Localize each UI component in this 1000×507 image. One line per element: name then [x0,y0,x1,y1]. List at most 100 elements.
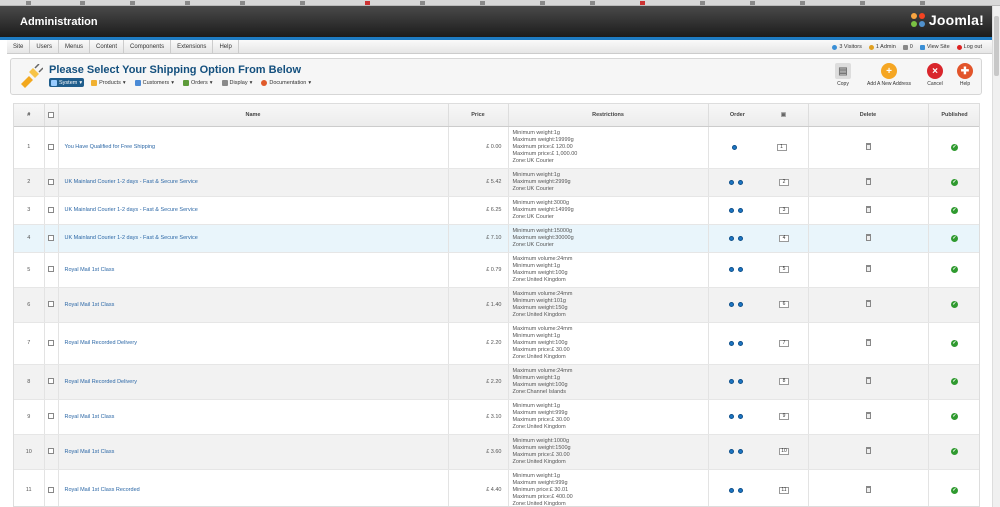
row-checkbox-cell[interactable] [44,322,59,365]
col-select-all[interactable] [44,104,59,127]
move-up-icon[interactable] [729,340,734,346]
shipping-name-link[interactable]: You Have Qualified for Free Shipping [58,126,449,169]
move-down-icon[interactable] [738,449,743,454]
move-up-icon[interactable] [729,449,734,454]
delete-cell[interactable] [808,168,929,197]
trash-icon[interactable] [865,233,871,241]
admins-status[interactable]: 1 Admin [868,44,896,50]
menu-users[interactable]: Users [30,39,60,54]
published-cell[interactable]: ✓ [928,434,979,470]
table-row[interactable]: 7 Royal Mail Recorded Delivery £ 2.20 Maxim… [14,322,979,365]
row-checkbox-cell[interactable] [44,196,59,225]
table-row[interactable]: 3 UK Mainland Courier 1-2 days - Fast & S… [14,196,979,225]
published-check-icon[interactable]: ✓ [951,143,958,151]
trash-icon[interactable] [865,142,871,150]
trash-icon[interactable] [865,265,871,272]
messages-status[interactable]: 0 [902,44,913,50]
delete-cell[interactable] [808,469,929,506]
shipping-name-link[interactable]: Royal Mail Recorded Delivery [58,322,449,365]
move-down-icon[interactable] [738,379,743,384]
submenu-system[interactable]: System ▾ [49,78,85,87]
move-up-icon[interactable] [729,235,734,241]
submenu-documentation[interactable]: Documentation ▾ [259,78,313,87]
delete-cell[interactable] [808,399,929,435]
table-row[interactable]: 6 Royal Mail 1st Class £ 1.40 Maximum volum… [14,287,979,323]
view-site-link[interactable]: View Site [919,44,950,50]
move-down-icon[interactable] [738,179,743,185]
menu-help[interactable]: Help [213,39,239,54]
logout-link[interactable]: Log out [956,44,982,50]
menu-extensions[interactable]: Extensions [171,39,214,54]
row-checkbox-cell[interactable] [44,252,59,288]
published-cell[interactable]: ✓ [928,252,979,288]
row-checkbox-cell[interactable] [44,364,59,400]
trash-icon[interactable] [865,300,871,307]
order-input[interactable]: 8 [779,378,789,385]
row-checkbox-cell[interactable] [44,287,59,323]
published-cell[interactable]: ✓ [928,322,979,365]
page-scrollbar[interactable] [992,6,1000,507]
trash-icon[interactable] [865,377,871,384]
cancel-button[interactable]: × Cancel [923,63,947,87]
row-checkbox-cell[interactable] [44,399,59,435]
submenu-products[interactable]: Products ▾ [89,78,127,87]
move-down-icon[interactable] [738,487,743,493]
menu-menus[interactable]: Menus [59,39,91,54]
move-up-icon[interactable] [729,207,734,213]
table-row[interactable]: 10 Royal Mail 1st Class £ 3.60 Minimum weig… [14,434,979,470]
trash-icon[interactable] [865,447,871,454]
published-cell[interactable]: ✓ [928,469,979,506]
row-checkbox[interactable] [48,234,54,241]
published-cell[interactable]: ✓ [928,287,979,323]
shipping-name-link[interactable]: Royal Mail 1st Class Recorded [58,469,449,506]
published-check-icon[interactable]: ✓ [951,378,958,385]
shipping-name-link[interactable]: Royal Mail Recorded Delivery [58,364,449,400]
row-checkbox[interactable] [48,178,54,185]
order-input[interactable]: 7 [779,339,789,347]
col-order[interactable]: Order ▣ [708,104,809,127]
shipping-name-link[interactable]: UK Mainland Courier 1-2 days - Fast & Se… [58,224,449,253]
delete-cell[interactable] [808,287,929,323]
copy-button[interactable]: ▤ Copy [831,63,855,87]
visitors-status[interactable]: 3 Visitors [832,44,862,50]
published-check-icon[interactable]: ✓ [951,301,958,308]
move-down-icon[interactable] [738,340,743,346]
delete-cell[interactable] [808,252,929,288]
col-published[interactable]: Published [928,104,979,127]
row-checkbox[interactable] [48,413,54,420]
trash-icon[interactable] [865,338,871,346]
order-input[interactable]: 10 [779,448,789,455]
add-address-button[interactable]: + Add A New Address [861,63,917,87]
col-price[interactable]: Price [448,104,509,127]
published-check-icon[interactable]: ✓ [951,448,958,455]
order-input[interactable]: 11 [779,486,789,494]
move-down-icon[interactable] [738,235,743,241]
shipping-name-link[interactable]: UK Mainland Courier 1-2 days - Fast & Se… [58,196,449,225]
table-row[interactable]: 5 Royal Mail 1st Class £ 0.79 Maximum volum… [14,252,979,288]
published-check-icon[interactable]: ✓ [951,339,958,347]
published-check-icon[interactable]: ✓ [951,266,958,273]
submenu-display[interactable]: Display ▾ [220,78,255,87]
shipping-name-link[interactable]: UK Mainland Courier 1-2 days - Fast & Se… [58,168,449,197]
row-checkbox[interactable] [48,486,54,493]
move-up-icon[interactable] [729,414,734,419]
published-cell[interactable]: ✓ [928,399,979,435]
help-button[interactable]: ✚ Help [953,63,977,87]
delete-cell[interactable] [808,434,929,470]
row-checkbox[interactable] [48,339,54,346]
submenu-orders[interactable]: Orders ▾ [181,78,215,87]
order-input[interactable]: 1 [776,143,787,151]
order-input[interactable]: 9 [779,413,789,420]
menu-site[interactable]: Site [7,39,31,54]
move-down-icon[interactable] [731,144,737,150]
published-check-icon[interactable]: ✓ [951,486,958,494]
row-checkbox[interactable] [48,448,54,455]
published-cell[interactable]: ✓ [928,224,979,253]
move-down-icon[interactable] [738,302,743,307]
row-checkbox-cell[interactable] [44,469,59,506]
move-up-icon[interactable] [729,267,734,272]
published-check-icon[interactable]: ✓ [951,413,958,420]
published-cell[interactable]: ✓ [928,196,979,225]
row-checkbox-cell[interactable] [44,126,59,169]
row-checkbox[interactable] [48,301,54,308]
